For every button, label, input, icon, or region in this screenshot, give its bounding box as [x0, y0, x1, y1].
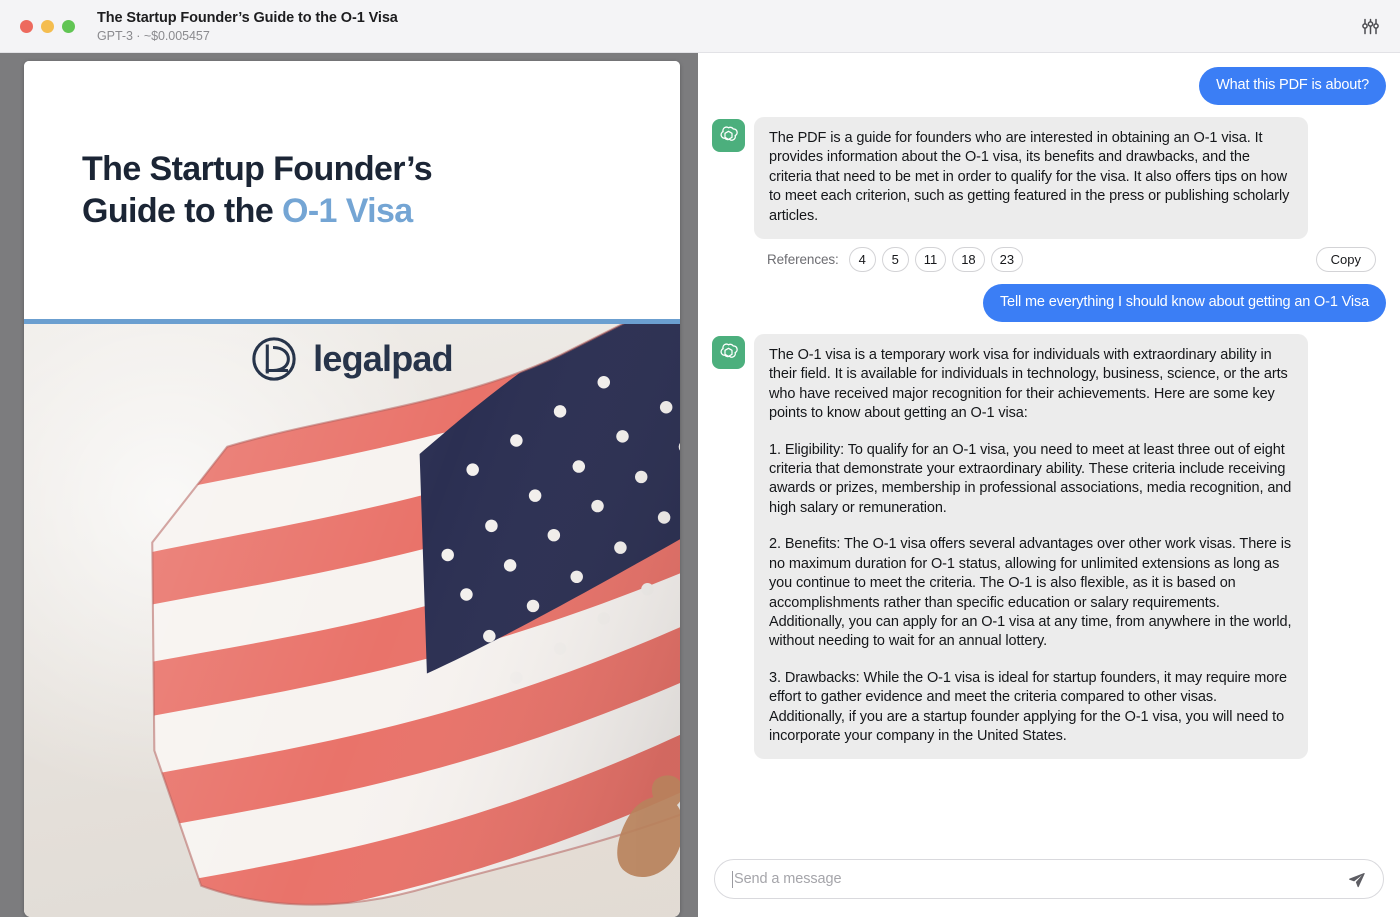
main-content: The Startup Founder’s Guide to the O-1 V… [0, 53, 1400, 917]
user-message-bubble: Tell me everything I should know about g… [982, 284, 1386, 323]
pdf-page: The Startup Founder’s Guide to the O-1 V… [24, 61, 680, 917]
window-subtitle: GPT-3 · ~$0.005457 [97, 28, 210, 43]
openai-logo-icon [720, 126, 738, 141]
close-window-button[interactable] [20, 19, 33, 33]
reference-pill[interactable]: 4 [848, 247, 876, 273]
text-caret [732, 870, 733, 888]
sliders-icon [1361, 18, 1379, 34]
user-message-bubble: What this PDF is about? [1199, 67, 1386, 105]
assistant-paragraph: The PDF is a guide for founders who are … [769, 130, 1290, 224]
message-list[interactable]: What this PDF is about? The PDF is a gui… [698, 53, 1400, 849]
pdf-cover-header: The Startup Founder’s Guide to the O-1 V… [24, 61, 680, 319]
american-flag-illustration [151, 324, 680, 906]
copy-button[interactable]: Copy [1315, 247, 1376, 273]
minimize-window-button[interactable] [41, 19, 54, 33]
assistant-paragraph: 1. Eligibility: To qualify for an O-1 vi… [769, 441, 1292, 516]
settings-button[interactable] [1354, 10, 1386, 42]
assistant-paragraph: 2. Benefits: The O-1 visa offers several… [769, 536, 1292, 650]
chat-pane: What this PDF is about? The PDF is a gui… [698, 53, 1400, 917]
app-window: The Startup Founder’s Guide to the O-1 V… [0, 0, 1400, 917]
send-button[interactable] [1343, 866, 1369, 892]
reference-pill[interactable]: 11 [914, 247, 947, 273]
message-actions: References: 4 5 11 18 23 Copy [712, 247, 1386, 273]
reference-pill[interactable]: 5 [881, 247, 909, 273]
message-row-assistant: The PDF is a guide for founders who are … [712, 117, 1386, 240]
legalpad-circle-logo-icon [252, 337, 296, 381]
assistant-message-bubble: The PDF is a guide for founders who are … [754, 117, 1308, 240]
avatar [712, 119, 745, 152]
reference-pill[interactable]: 18 [952, 247, 985, 273]
pdf-title-line-1: The Startup Founder’s [82, 150, 433, 188]
legalpad-wordmark: legalpad [313, 338, 453, 379]
pdf-title-highlight: O-1 Visa [281, 192, 413, 230]
reference-pill-list: 4 5 11 18 23 [848, 247, 1024, 273]
composer[interactable] [714, 859, 1384, 899]
assistant-message-bubble: The O-1 visa is a temporary work visa fo… [754, 334, 1308, 760]
assistant-paragraph: 3. Drawbacks: While the O-1 visa is idea… [769, 669, 1287, 744]
pdf-viewer-pane[interactable]: The Startup Founder’s Guide to the O-1 V… [0, 53, 698, 917]
pdf-cover-photo: legalpad [24, 324, 680, 917]
message-input[interactable] [734, 871, 1343, 887]
composer-area [698, 849, 1400, 917]
title-bar: The Startup Founder’s Guide to the O-1 V… [0, 0, 1400, 53]
pdf-cover-title: The Startup Founder’s Guide to the O-1 V… [82, 148, 622, 232]
maximize-window-button[interactable] [62, 19, 75, 33]
message-row-user: What this PDF is about? [712, 67, 1386, 105]
window-title-block: The Startup Founder’s Guide to the O-1 V… [97, 9, 398, 44]
message-row-user: Tell me everything I should know about g… [712, 284, 1386, 323]
reference-pill[interactable]: 23 [990, 247, 1024, 273]
references-label: References: [767, 252, 839, 268]
assistant-paragraph: The O-1 visa is a temporary work visa fo… [769, 347, 1288, 422]
avatar [712, 336, 745, 370]
openai-logo-icon [720, 343, 738, 358]
traffic-lights [0, 19, 75, 33]
pdf-title-line-2-plain: Guide to the [82, 192, 282, 230]
legalpad-brand: legalpad [24, 336, 680, 382]
window-title: The Startup Founder’s Guide to the O-1 V… [97, 9, 398, 26]
paper-plane-icon [1348, 872, 1365, 887]
message-row-assistant: The O-1 visa is a temporary work visa fo… [712, 334, 1386, 760]
